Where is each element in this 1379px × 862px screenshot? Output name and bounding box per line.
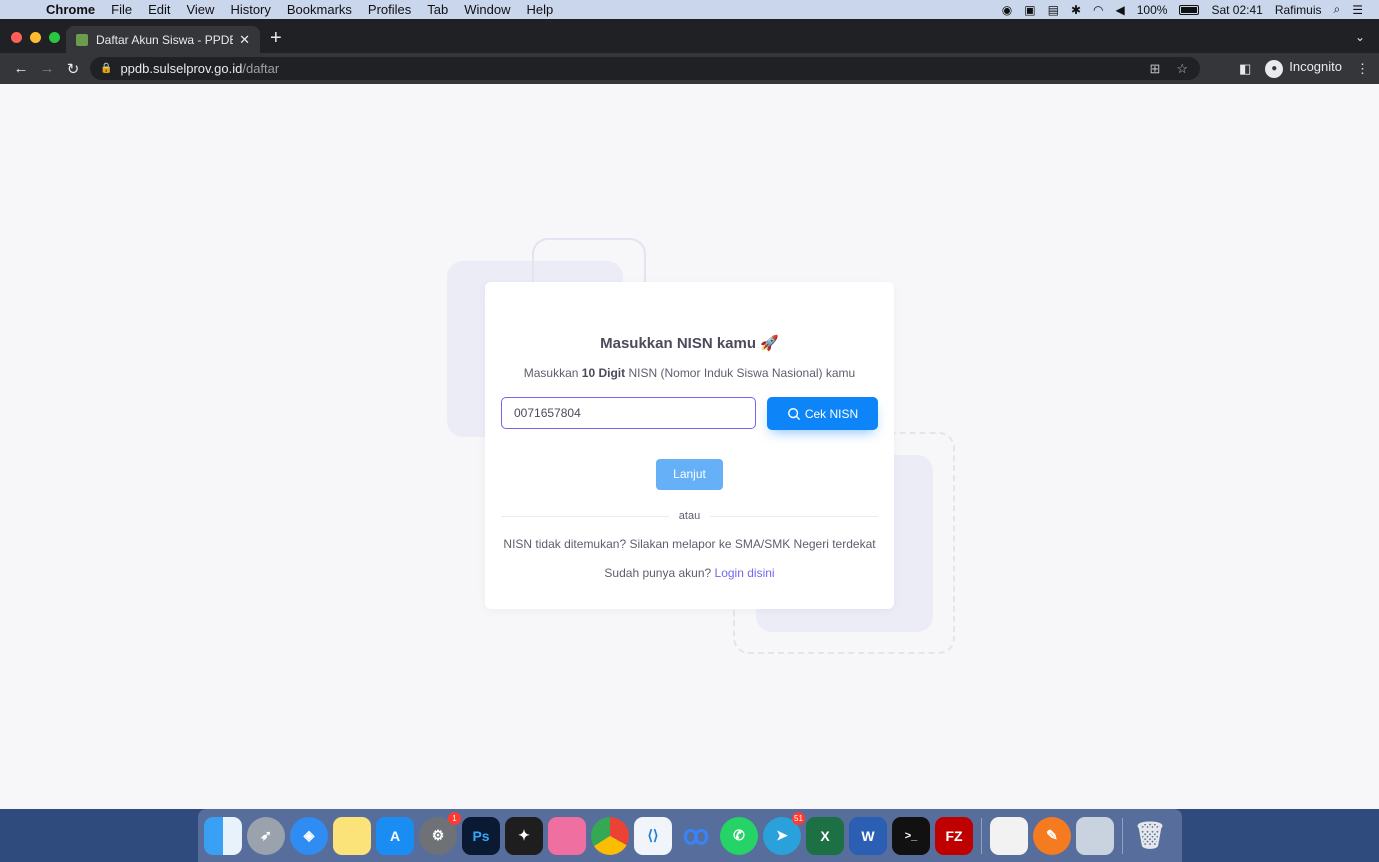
macos-dock: ➶ ◈ A ⚙ 1 Ps ✦ ⟨⟩ ꝏ ✆ ➤ 51 X W >_ FZ ✎ 🗑 — [198, 809, 1182, 862]
nisn-input[interactable] — [501, 397, 756, 429]
menu-history[interactable]: History — [222, 0, 278, 19]
menu-view[interactable]: View — [178, 0, 222, 19]
translate-icon[interactable]: ⊞ — [1149, 61, 1160, 77]
not-found-text: NISN tidak ditemukan? Silakan melapor ke… — [503, 537, 876, 551]
notification-badge: 1 — [448, 811, 461, 825]
browser-toolbar: ← → ↻ 🔒 ppdb.sulselprov.go.id/daftar ⊞ ☆… — [0, 53, 1379, 84]
divider-line — [501, 515, 669, 517]
new-tab-button[interactable]: + — [270, 28, 282, 48]
card-subtitle: Masukkan 10 Digit NISN (Nomor Induk Sisw… — [485, 366, 894, 380]
finder-icon[interactable] — [204, 816, 242, 855]
chrome-menu-icon[interactable]: ⋮ — [1356, 61, 1369, 77]
dock-separator — [1122, 817, 1123, 854]
close-tab-icon[interactable]: ✕ — [239, 32, 250, 48]
search-icon — [787, 407, 801, 420]
battery-icon[interactable] — [1179, 4, 1200, 15]
volume-icon[interactable]: ◀ — [1116, 3, 1125, 17]
menu-bookmarks[interactable]: Bookmarks — [279, 0, 360, 19]
filezilla-icon[interactable]: FZ — [935, 816, 973, 855]
zoom-window-button[interactable] — [49, 32, 60, 43]
menu-profiles[interactable]: Profiles — [360, 0, 419, 19]
sketchbook-icon[interactable]: ✎ — [1033, 816, 1071, 855]
whatsapp-icon[interactable]: ✆ — [720, 816, 758, 855]
figma-icon[interactable]: ✦ — [505, 816, 543, 855]
safari-icon[interactable]: ◈ — [290, 816, 328, 855]
active-tab[interactable]: Daftar Akun Siswa - PPDB Sulsel ✕ — [66, 26, 260, 53]
menu-help[interactable]: Help — [519, 0, 562, 19]
dock-separator — [981, 817, 982, 854]
bluetooth-icon[interactable]: ✱ — [1071, 3, 1081, 17]
chrome-icon[interactable] — [591, 816, 629, 855]
subtitle-suffix: NISN (Nomor Induk Siswa Nasional) kamu — [625, 366, 856, 380]
login-link[interactable]: Login disini — [715, 566, 775, 580]
launchpad-icon[interactable]: ➶ — [247, 816, 285, 855]
notification-icon[interactable]: ▣ — [1024, 3, 1035, 17]
lanjut-button[interactable]: Lanjut — [656, 459, 723, 490]
photoshop-icon[interactable]: Ps — [462, 816, 500, 855]
excel-icon[interactable]: X — [806, 816, 844, 855]
menubar-clock[interactable]: Sat 02:41 — [1211, 3, 1262, 17]
tab-title: Daftar Akun Siswa - PPDB Sulsel — [96, 32, 233, 47]
word-icon[interactable]: W — [849, 816, 887, 855]
nisn-card: Masukkan NISN kamu 🚀 Masukkan 10 Digit N… — [485, 282, 894, 609]
menu-edit[interactable]: Edit — [140, 0, 178, 19]
divider-line — [710, 515, 879, 517]
window-controls — [11, 32, 60, 43]
incognito-avatar-icon: ● — [1265, 60, 1284, 78]
trash-icon[interactable]: 🗑 — [1131, 817, 1169, 855]
menu-file[interactable]: File — [103, 0, 140, 19]
profile-label: Incognito — [1289, 59, 1342, 74]
bookmark-star-icon[interactable]: ☆ — [1176, 61, 1188, 77]
menubar-user[interactable]: Rafimuis — [1275, 3, 1322, 17]
arc-browser-icon[interactable]: ꝏ — [677, 817, 715, 855]
reload-button[interactable]: ↻ — [60, 60, 86, 78]
menubar-status-area: ◉ ▣ ▤ ✱ ◠ ◀ 100% Sat 02:41 Rafimuis ⌕ ☰ — [1002, 2, 1379, 17]
card-title: Masukkan NISN kamu 🚀 — [600, 335, 779, 352]
divider-text: atau — [678, 510, 701, 522]
address-bar[interactable]: 🔒 ppdb.sulselprov.go.id/daftar ⊞ ☆ — [90, 57, 1200, 80]
spotlight-search-icon[interactable]: ⌕ — [1334, 2, 1341, 17]
page-viewport: Masukkan NISN kamu 🚀 Masukkan 10 Digit N… — [0, 84, 1379, 809]
cek-nisn-button[interactable]: Cek NISN — [767, 397, 878, 430]
macos-menubar: Chrome File Edit View History Bookmarks … — [0, 0, 1379, 19]
subtitle-bold: 10 Digit — [581, 366, 626, 380]
system-preferences-icon[interactable]: ⚙ 1 — [419, 811, 461, 855]
cek-nisn-label: Cek NISN — [804, 406, 859, 421]
control-center-icon[interactable]: ☰ — [1352, 3, 1363, 17]
menu-app-name[interactable]: Chrome — [46, 0, 103, 19]
keynote-icon[interactable] — [548, 816, 586, 855]
url-host: ppdb.sulselprov.go.id — [120, 61, 243, 76]
display-icon[interactable]: ▤ — [1048, 3, 1059, 17]
preview-icon[interactable] — [1076, 816, 1114, 855]
back-button[interactable]: ← — [8, 60, 34, 77]
login-prompt-text: Sudah punya akun? — [604, 566, 712, 580]
url-path: /daftar — [242, 61, 280, 76]
wifi-icon[interactable]: ◠ — [1093, 3, 1103, 17]
terminal-icon[interactable]: >_ — [892, 816, 930, 855]
browser-window: Daftar Akun Siswa - PPDB Sulsel ✕ + ⌄ ← … — [0, 19, 1379, 809]
subtitle-prefix: Masukkan — [523, 366, 582, 380]
close-window-button[interactable] — [11, 32, 22, 43]
site-favicon-icon — [76, 33, 88, 46]
vscode-icon[interactable]: ⟨⟩ — [634, 816, 672, 855]
incognito-profile-button[interactable]: ● Incognito — [1265, 59, 1342, 78]
battery-percentage: 100% — [1136, 2, 1168, 17]
forward-button[interactable]: → — [34, 60, 60, 77]
lock-icon[interactable]: 🔒 — [100, 63, 112, 74]
notes-icon[interactable] — [333, 816, 371, 855]
side-panel-icon[interactable]: ◧ — [1239, 61, 1251, 77]
textedit-icon[interactable] — [990, 816, 1028, 855]
incognito-status-icon[interactable]: ◉ — [1002, 3, 1012, 17]
app-store-icon[interactable]: A — [376, 816, 414, 855]
tab-strip: Daftar Akun Siswa - PPDB Sulsel ✕ + ⌄ — [0, 19, 1379, 53]
menu-tab[interactable]: Tab — [419, 0, 456, 19]
nisn-form: Cek NISN — [501, 397, 878, 430]
tab-search-chevron-icon[interactable]: ⌄ — [1355, 30, 1365, 44]
menu-window[interactable]: Window — [456, 0, 518, 19]
login-prompt: Sudah punya akun? Login disini — [485, 566, 894, 580]
telegram-icon[interactable]: ➤ 51 — [763, 811, 805, 855]
divider: atau — [501, 509, 879, 523]
notification-badge: 51 — [792, 811, 805, 825]
minimize-window-button[interactable] — [30, 32, 41, 43]
